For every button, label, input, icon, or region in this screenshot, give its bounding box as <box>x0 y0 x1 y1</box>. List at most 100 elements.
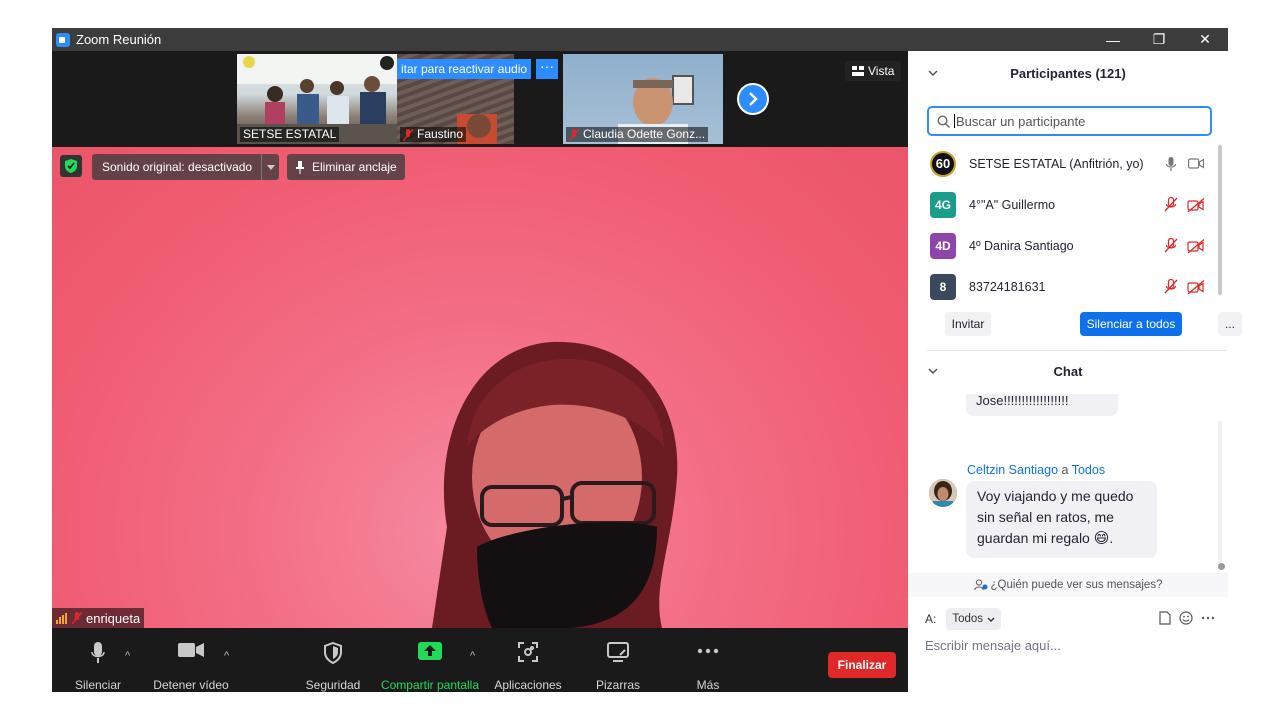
more-dots-icon[interactable] <box>1201 611 1215 625</box>
chat-message: Voy viajando y me quedo sin señal en rat… <box>966 481 1157 558</box>
chevron-down-icon <box>987 617 995 622</box>
video-off-icon[interactable] <box>1187 238 1205 253</box>
meeting-toolbar: Silenciar ^ Detener vídeo ^ Seguridad Co… <box>52 628 908 692</box>
share-screen-button[interactable]: Compartir pantalla <box>380 628 480 692</box>
shield-icon <box>324 642 342 664</box>
pin-icon <box>296 160 304 174</box>
recipient-row: A: Todos <box>925 607 1215 631</box>
muted-mic-icon[interactable] <box>1164 197 1178 212</box>
participant-name: 4º Danira Santiago <box>969 238 1074 253</box>
participant-row[interactable]: 60 SETSE ESTATAL (Anfitrión, yo) <box>908 143 1228 184</box>
participant-row[interactable]: 8 83724181631 <box>908 266 1228 307</box>
restore-button[interactable]: ❐ <box>1136 28 1182 51</box>
apps-label: Aplicaciones <box>494 678 562 692</box>
collapse-participants-button[interactable] <box>928 67 938 79</box>
participant-search-input[interactable]: Buscar un participante <box>927 106 1212 136</box>
stop-video-button[interactable]: Detener vídeo <box>152 628 230 692</box>
next-page-button[interactable] <box>737 83 769 115</box>
chat-title: Chat <box>1053 363 1083 379</box>
zoom-window: Zoom Reunión — ❐ ✕ SETSE ESTATAL Faustin… <box>52 28 1242 692</box>
close-button[interactable]: ✕ <box>1182 28 1228 51</box>
more-dots-icon <box>697 648 719 654</box>
mute-button[interactable]: Silenciar <box>70 628 126 692</box>
chat-sender-line: Celtzin Santiago a Todos <box>967 463 1105 477</box>
user-icon <box>973 579 988 591</box>
thumbnail-strip: SETSE ESTATAL Faustino itar para reactiv… <box>52 51 908 147</box>
muted-mic-icon[interactable] <box>1164 238 1178 253</box>
thumbnail-name: SETSE ESTATAL <box>240 127 340 142</box>
message-line: Voy viajando y me quedo <box>977 488 1134 504</box>
muted-mic-icon <box>72 612 82 624</box>
invite-button[interactable]: Invitar <box>945 312 991 336</box>
reactivate-audio-button[interactable]: itar para reactivar audio <box>397 59 532 79</box>
window-title: Zoom Reunión <box>76 32 162 47</box>
avatar: 4G <box>930 191 956 218</box>
video-camera-icon[interactable] <box>1188 158 1204 169</box>
chat-tools <box>1159 611 1215 625</box>
chevron-right-icon <box>749 92 758 106</box>
message-line: sin señal en ratos, me <box>977 509 1114 525</box>
unpin-button[interactable]: Eliminar anclaje <box>287 154 405 180</box>
mute-all-button[interactable]: Silenciar a todos <box>1080 312 1182 336</box>
signal-strength-icon <box>56 612 68 624</box>
participant-row[interactable]: 4G 4°"A" Guillermo <box>908 184 1228 225</box>
share-screen-label: Compartir pantalla <box>380 678 480 692</box>
thumbnail-name: Claudia Odette Gonz... <box>566 127 709 142</box>
who-can-see-link[interactable]: ¿Quién puede ver sus mensajes? <box>908 573 1228 597</box>
participants-scrollbar[interactable] <box>1218 145 1222 295</box>
unpin-label: Eliminar anclaje <box>312 160 397 174</box>
whiteboards-button[interactable]: Pizarras <box>592 628 644 692</box>
original-sound-button[interactable]: Sonido original: desactivado <box>92 154 263 180</box>
to-label: A: <box>925 612 937 626</box>
message-text: Jose!!!!!!!!!!!!!!!!!! <box>976 393 1069 408</box>
avatar: 8 <box>930 273 956 300</box>
main-video[interactable]: Sonido original: desactivado Eliminar an… <box>52 147 908 628</box>
mute-label: Silenciar <box>74 678 122 692</box>
stop-video-label: Detener vídeo <box>153 678 229 692</box>
speaker-video-image <box>432 341 678 628</box>
encryption-shield-icon[interactable] <box>60 155 82 177</box>
participant-thumbnail[interactable]: Claudia Odette Gonz... <box>563 54 723 144</box>
chat-message: Jose!!!!!!!!!!!!!!!!!! <box>966 394 1118 416</box>
original-sound-dropdown[interactable] <box>261 154 279 180</box>
video-off-icon[interactable] <box>1187 197 1205 212</box>
security-button[interactable]: Seguridad <box>304 628 362 692</box>
security-label: Seguridad <box>305 678 361 692</box>
participant-name: 4°"A" Guillermo <box>969 197 1056 212</box>
chat-scrollbar[interactable] <box>1218 421 1222 563</box>
microphone-icon[interactable] <box>1166 156 1176 171</box>
chevron-down-icon <box>928 70 938 77</box>
audio-options-caret[interactable]: ^ <box>125 650 130 662</box>
muted-mic-icon <box>403 128 413 141</box>
video-off-icon[interactable] <box>1187 279 1205 294</box>
participant-list: 60 SETSE ESTATAL (Anfitrión, yo) 4G 4°"A… <box>908 143 1228 307</box>
participant-name: 83724181631 <box>969 279 1046 294</box>
thumbnail-more-button[interactable]: ··· <box>536 59 558 79</box>
sender-name[interactable]: Celtzin Santiago <box>967 463 1058 477</box>
title-bar: Zoom Reunión — ❐ ✕ <box>52 28 1228 51</box>
apps-button[interactable]: Aplicaciones <box>492 628 564 692</box>
video-options-caret[interactable]: ^ <box>224 650 229 662</box>
window-controls: — ❐ ✕ <box>1090 28 1228 51</box>
minimize-button[interactable]: — <box>1090 28 1136 51</box>
muted-mic-icon[interactable] <box>1164 279 1178 294</box>
chevron-down-icon <box>928 368 938 375</box>
grin-emoji-icon: 😄 <box>1093 530 1110 547</box>
participants-title: Participantes (121) <box>1010 65 1126 81</box>
more-button[interactable]: Más <box>687 628 729 692</box>
view-button[interactable]: Vista <box>845 61 902 81</box>
file-icon[interactable] <box>1159 611 1171 625</box>
share-options-caret[interactable]: ^ <box>470 650 475 662</box>
recipient-select[interactable]: Todos <box>946 608 1002 630</box>
message-end: . <box>1109 530 1114 546</box>
collapse-chat-button[interactable] <box>928 365 938 377</box>
recipient-name[interactable]: Todos <box>1072 463 1105 477</box>
zoom-app-icon <box>56 32 70 47</box>
end-meeting-button[interactable]: Finalizar <box>828 652 896 678</box>
speaker-name-tag: enriqueta <box>52 608 145 628</box>
participant-row[interactable]: 4D 4º Danira Santiago <box>908 225 1228 266</box>
emoji-icon[interactable] <box>1179 611 1193 625</box>
chat-message-input[interactable]: Escribir mensaje aquí... <box>925 638 1061 653</box>
participants-more-button[interactable]: ... <box>1218 312 1242 336</box>
participant-thumbnail[interactable]: SETSE ESTATAL <box>237 54 397 144</box>
